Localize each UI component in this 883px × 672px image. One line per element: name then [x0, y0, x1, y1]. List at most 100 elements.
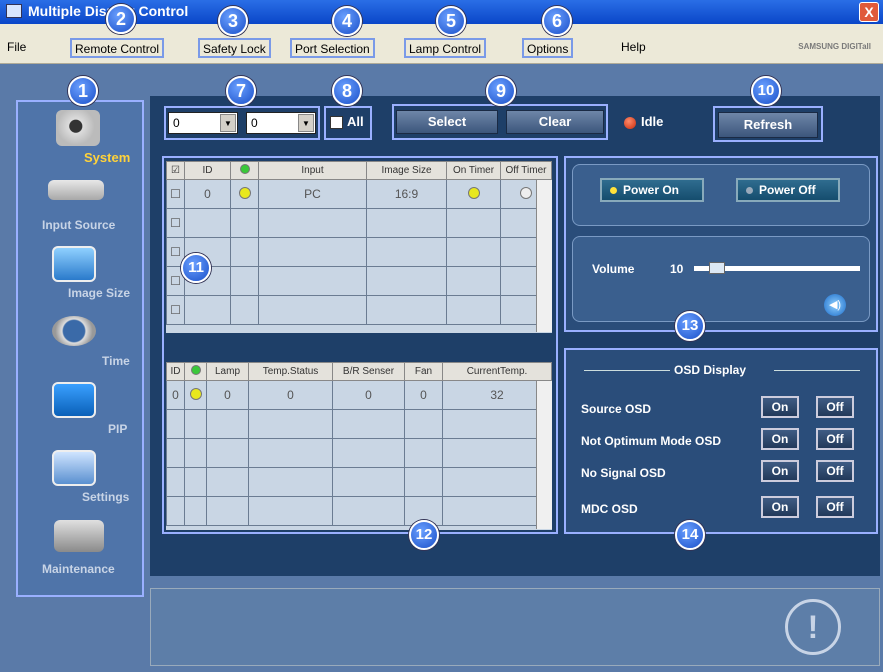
power-status — [230, 179, 259, 209]
col-fan: Fan — [404, 362, 443, 381]
table-row[interactable]: ☐ — [166, 208, 552, 238]
power-off-button[interactable]: Power Off — [736, 178, 840, 202]
sidebar-item-maintenance[interactable]: Maintenance — [18, 514, 142, 582]
sidebar-item-label: PIP — [108, 422, 128, 436]
all-label: All — [347, 114, 364, 129]
row-checkbox[interactable]: ☐ — [166, 295, 185, 325]
col-id: ID — [184, 161, 231, 180]
sidebar-item-label: Input Source — [42, 218, 116, 232]
on-timer-status — [446, 179, 501, 209]
sidebar-item-label: Settings — [82, 490, 130, 504]
power-off-label: Power Off — [759, 183, 816, 197]
start-id-select[interactable]: 0 ▼ — [168, 112, 238, 134]
cell-input: PC — [258, 179, 367, 209]
menu-options[interactable]: Options — [522, 38, 574, 58]
power-status — [184, 380, 207, 410]
callout-badge: 5 — [436, 6, 466, 36]
status-led-icon — [624, 117, 636, 129]
refresh-button[interactable]: Refresh — [718, 112, 818, 138]
all-checkbox[interactable] — [330, 116, 343, 129]
table-row[interactable]: 0 0 0 0 0 32 — [166, 380, 552, 410]
sidebar-item-label: Maintenance — [42, 562, 115, 576]
callout-badge: 6 — [542, 6, 572, 36]
callout-badge: 11 — [181, 253, 211, 283]
grid1-scrollbar[interactable] — [536, 180, 552, 332]
table-row[interactable]: ☐ — [166, 295, 552, 325]
callout-badge: 7 — [226, 76, 256, 106]
menu-help[interactable]: Help — [618, 38, 649, 58]
table-row[interactable] — [166, 438, 552, 468]
col-br-senser: B/R Senser — [332, 362, 405, 381]
app-icon — [6, 4, 22, 18]
power-off-led-icon — [746, 187, 753, 194]
status-bar: ! — [150, 588, 880, 666]
menu-lamp-control[interactable]: Lamp Control — [404, 38, 487, 58]
chevron-down-icon: ▼ — [298, 114, 314, 132]
close-button[interactable]: X — [859, 2, 879, 22]
osd-title: OSD Display — [674, 363, 747, 377]
divider — [584, 370, 670, 371]
grid2-scrollbar[interactable] — [536, 381, 552, 529]
speaker-icon[interactable]: ◀) — [824, 294, 846, 316]
osd-no-signal-on-button[interactable]: On — [761, 460, 799, 482]
osd-not-optimum-on-button[interactable]: On — [761, 428, 799, 450]
col-current-temp: CurrentTemp. — [442, 362, 552, 381]
osd-mdc-off-button[interactable]: Off — [816, 496, 854, 518]
cell-id: 0 — [184, 179, 231, 209]
menu-safety-lock[interactable]: Safety Lock — [198, 38, 271, 58]
callout-badge: 10 — [751, 76, 781, 106]
info-icon: ! — [785, 599, 841, 655]
cell-fan: 0 — [404, 380, 443, 410]
settings-icon — [52, 450, 96, 486]
table-row[interactable]: ☐ — [166, 266, 552, 296]
cell-temp-status: 0 — [248, 380, 333, 410]
sidebar-item-system[interactable]: System — [18, 104, 142, 172]
header-checkbox[interactable]: ☑ — [166, 161, 185, 180]
col-temp-status: Temp.Status — [248, 362, 333, 381]
callout-badge: 4 — [332, 6, 362, 36]
volume-label: Volume — [592, 262, 635, 276]
sidebar-item-label: Image Size — [68, 286, 131, 300]
brand-logo: SAMSUNG DIGITall — [798, 42, 871, 51]
col-off-timer: Off Timer — [500, 161, 552, 180]
osd-source-label: Source OSD — [581, 402, 652, 416]
col-on-timer: On Timer — [446, 161, 501, 180]
callout-badge: 8 — [332, 76, 362, 106]
osd-not-optimum-off-button[interactable]: Off — [816, 428, 854, 450]
menu-file[interactable]: File — [4, 38, 29, 58]
end-id-select[interactable]: 0 ▼ — [246, 112, 316, 134]
power-status-icon — [184, 362, 207, 381]
sidebar-item-input-source[interactable]: Input Source — [18, 172, 142, 240]
cell-image-size: 16:9 — [366, 179, 447, 209]
volume-slider-thumb[interactable] — [709, 262, 725, 274]
sidebar: System Input Source Image Size Time PIP … — [16, 100, 144, 597]
sidebar-item-image-size[interactable]: Image Size — [18, 242, 142, 310]
row-checkbox[interactable]: ☐ — [166, 179, 185, 209]
sidebar-item-settings[interactable]: Settings — [18, 446, 142, 514]
sidebar-item-pip[interactable]: PIP — [18, 378, 142, 446]
clock-icon — [52, 316, 96, 346]
select-button[interactable]: Select — [396, 110, 498, 134]
clear-button[interactable]: Clear — [506, 110, 604, 134]
table-row[interactable] — [166, 409, 552, 439]
osd-mdc-on-button[interactable]: On — [761, 496, 799, 518]
table-row[interactable]: ☐ — [166, 237, 552, 267]
callout-badge: 2 — [106, 4, 136, 34]
osd-source-off-button[interactable]: Off — [816, 396, 854, 418]
sidebar-item-label: System — [84, 150, 131, 165]
menu-remote-control[interactable]: Remote Control — [70, 38, 165, 58]
osd-source-on-button[interactable]: On — [761, 396, 799, 418]
sidebar-item-label: Time — [102, 354, 130, 368]
menu-port-selection[interactable]: Port Selection — [290, 38, 375, 58]
input-source-icon — [48, 180, 104, 200]
row-checkbox[interactable]: ☐ — [166, 208, 185, 238]
col-input: Input — [258, 161, 367, 180]
power-on-led-icon — [610, 187, 617, 194]
sidebar-item-time[interactable]: Time — [18, 310, 142, 378]
osd-no-signal-off-button[interactable]: Off — [816, 460, 854, 482]
power-on-button[interactable]: Power On — [600, 178, 704, 202]
table-row[interactable] — [166, 496, 552, 526]
table-row[interactable]: ☐ 0 PC 16:9 — [166, 179, 552, 209]
callout-badge: 13 — [675, 311, 705, 341]
table-row[interactable] — [166, 467, 552, 497]
